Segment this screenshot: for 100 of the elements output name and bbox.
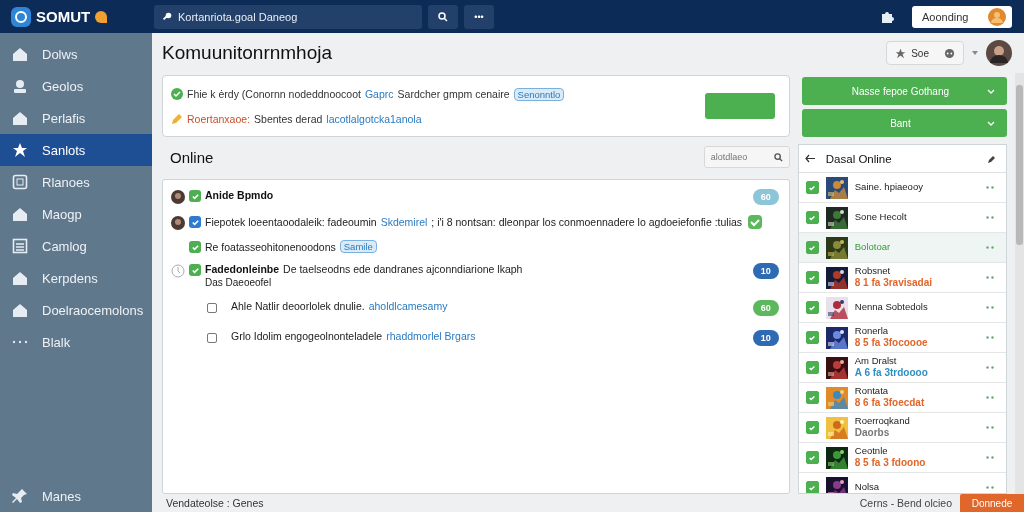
checkbox[interactable] xyxy=(805,331,819,344)
contact-name: Am Dralst xyxy=(854,356,898,368)
checkbox[interactable] xyxy=(805,421,819,434)
key-icon xyxy=(162,11,172,22)
account-button[interactable]: Aoonding xyxy=(912,5,1012,28)
task-text: De taelseodns ede dandranes ajconndiarione lkaph xyxy=(283,263,523,275)
sidebar-item[interactable]: Sanlots xyxy=(0,134,152,166)
sidebar-item[interactable]: Kerpdens xyxy=(0,262,152,294)
contact-row[interactable]: Ceotnle 8 5 fa 3 fdoono xyxy=(798,443,1007,473)
scrollbar[interactable] xyxy=(1015,73,1024,494)
avatar-icon[interactable] xyxy=(986,40,1012,66)
contact-status: 8 6 fa 3foecdat xyxy=(854,397,925,409)
task-title: Fadedonleinbe xyxy=(205,263,280,275)
sidebar-item[interactable]: Blalk xyxy=(0,326,152,358)
checkbox[interactable] xyxy=(189,216,201,228)
more-icon[interactable] xyxy=(986,366,995,369)
contact-row[interactable]: Bolotoar xyxy=(798,233,1007,263)
house-icon xyxy=(12,46,28,62)
dropdown-button[interactable]: Bant xyxy=(801,109,1008,137)
more-icon[interactable] xyxy=(986,456,995,459)
puzzle-icon[interactable] xyxy=(880,9,894,24)
more-icon[interactable] xyxy=(986,396,995,399)
checkbox[interactable] xyxy=(805,211,819,224)
footer-text: Vendateolse : Genes xyxy=(165,497,264,509)
search-field[interactable]: alotdlaeo xyxy=(703,146,790,168)
contact-row[interactable]: Ronerla 8 5 fa 3focoooe xyxy=(798,323,1007,353)
sidebar-item[interactable]: Doelraocemolons xyxy=(0,294,152,326)
check-circle-icon xyxy=(171,88,183,100)
notice-link[interactable]: lacotlalgotcka1anola xyxy=(326,112,422,125)
star-button[interactable]: Soe xyxy=(886,41,964,65)
user-icon xyxy=(12,78,28,94)
contact-row[interactable]: Rontata 8 6 fa 3foecdat xyxy=(798,383,1007,413)
dropdown-button[interactable]: Nasse fepoe Gothang xyxy=(801,77,1008,105)
checkbox[interactable] xyxy=(189,241,201,253)
contact-row[interactable]: Am Dralst A 6 fa 3trdoooo xyxy=(798,353,1007,383)
chevron-icon xyxy=(987,88,996,94)
edit-icon[interactable] xyxy=(988,154,997,163)
section-title: Online xyxy=(170,148,214,166)
check-icon xyxy=(808,213,817,222)
search-field[interactable]: Kortanriota.goal Daneog xyxy=(154,4,422,29)
more-button[interactable]: ••• xyxy=(464,4,494,29)
sidebar-item[interactable]: Maogp xyxy=(0,198,152,230)
contact-name: Sone Hecolt xyxy=(854,212,907,223)
checkbox[interactable] xyxy=(207,303,217,313)
sidebar-item[interactable]: Camlog xyxy=(0,230,152,262)
contact-status: 8 1 fa 3ravisadai xyxy=(854,277,933,289)
contact-row[interactable]: Saine. hpiaeooy xyxy=(798,173,1007,203)
checkbox[interactable] xyxy=(805,451,819,464)
count-badge: 60 xyxy=(752,300,779,316)
chevron-icon xyxy=(987,120,996,126)
sidebar-item[interactable]: Rlanoes xyxy=(0,166,152,198)
checkbox[interactable] xyxy=(189,264,201,276)
contact-row[interactable]: Roerroqkand Daorbs xyxy=(798,413,1007,443)
task-link[interactable]: aholdlcamesamy xyxy=(368,300,448,312)
checkbox[interactable] xyxy=(805,181,819,194)
star-icon xyxy=(895,47,907,59)
back-icon[interactable] xyxy=(804,154,816,163)
more-icon[interactable] xyxy=(986,336,995,339)
checkbox[interactable] xyxy=(805,241,819,254)
more-icon[interactable] xyxy=(986,186,995,189)
sidebar-item[interactable]: Perlafis xyxy=(0,102,152,134)
search-button[interactable] xyxy=(428,4,458,29)
list-icon xyxy=(12,238,28,254)
check-icon xyxy=(808,303,817,312)
more-icon[interactable] xyxy=(986,426,995,429)
checkbox[interactable] xyxy=(189,190,201,202)
avatar-icon xyxy=(988,7,1006,26)
task-link[interactable]: Skdemirel xyxy=(380,216,428,228)
more-icon[interactable] xyxy=(986,486,995,489)
tag: Senonntlo xyxy=(513,87,565,101)
sidebar-item[interactable]: Dolws xyxy=(0,38,152,70)
notice-link[interactable]: Gaprc xyxy=(364,88,394,100)
check-icon xyxy=(808,273,817,282)
logo-text: SOMUT xyxy=(36,8,91,25)
contact-row[interactable]: Nenna Sobtedols xyxy=(798,293,1007,323)
star-icon xyxy=(12,142,28,158)
checkbox[interactable] xyxy=(805,391,819,404)
checkbox[interactable] xyxy=(805,301,819,314)
task-title: Anide Bpmdo xyxy=(205,189,274,201)
check-icon xyxy=(808,243,817,252)
more-icon[interactable] xyxy=(986,246,995,249)
check-icon xyxy=(190,217,200,227)
contact-row[interactable]: Robsnet 8 1 fa 3ravisadai xyxy=(798,263,1007,293)
footer-button[interactable]: Donnede xyxy=(960,494,1024,512)
checkbox[interactable] xyxy=(805,481,819,493)
more-icon[interactable] xyxy=(986,216,995,219)
sidebar-item[interactable]: Geolos xyxy=(0,70,152,102)
contact-name: Nenna Sobtedols xyxy=(854,302,928,313)
avatar-icon xyxy=(171,190,185,204)
caret-icon[interactable] xyxy=(972,51,978,55)
task-link[interactable]: rhaddmorlel Brgars xyxy=(386,330,476,342)
action-button[interactable] xyxy=(704,93,775,119)
sidebar-item[interactable]: Manes xyxy=(0,480,152,512)
check-icon xyxy=(808,393,817,402)
checkbox[interactable] xyxy=(207,333,217,343)
more-icon[interactable] xyxy=(986,276,995,279)
page-title: Komuunitonrnmhoja xyxy=(162,42,333,64)
checkbox[interactable] xyxy=(805,271,819,284)
more-icon[interactable] xyxy=(986,306,995,309)
checkbox[interactable] xyxy=(805,361,819,374)
